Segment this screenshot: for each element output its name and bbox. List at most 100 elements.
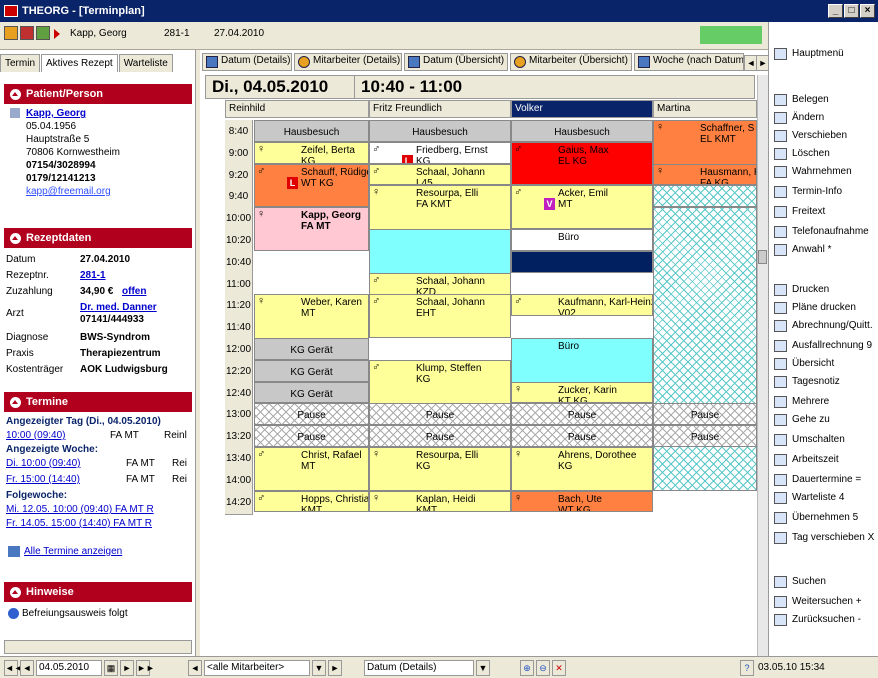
close-button[interactable]: × <box>860 4 875 18</box>
collapse-icon[interactable] <box>10 89 21 100</box>
tab-woche[interactable]: Woche (nach Datum) <box>634 53 744 71</box>
first-button[interactable]: ◄◄ <box>4 660 23 676</box>
employee-dropdown[interactable]: ▼ <box>312 660 326 676</box>
appointment-kg[interactable]: KG Gerät <box>254 381 369 404</box>
blocked-slot[interactable] <box>653 207 757 491</box>
appointment-e20[interactable]: ♂ Hopps, Christian KMT <box>254 490 369 513</box>
appointment-e5[interactable]: ♂ L Schauff, Rüdiger WT KG <box>254 163 369 208</box>
calendar-button[interactable]: ▦ <box>104 660 118 676</box>
termin-link[interactable]: Di. 10:00 (09:40) <box>6 458 81 469</box>
tab-datum-details[interactable]: Datum (Details) <box>202 53 292 71</box>
blocked-slot[interactable] <box>653 185 757 208</box>
appointment-e19[interactable]: ♀ Ahrens, Dorothee KG <box>511 447 653 491</box>
left-hscroll[interactable] <box>4 640 192 654</box>
zoom-in-icon[interactable]: ⊕ <box>520 660 534 676</box>
appointment-hb[interactable]: Hausbesuch <box>511 120 653 142</box>
record-icon[interactable] <box>20 26 34 40</box>
menu-belegen[interactable]: Belegen <box>774 92 829 108</box>
minimize-button[interactable]: _ <box>828 4 843 18</box>
zoom-out-icon[interactable]: ⊖ <box>536 660 550 676</box>
person-icon[interactable] <box>4 26 18 40</box>
menu-umschalten[interactable]: Umschalten <box>774 432 845 448</box>
menu-arbeitszeit[interactable]: Arbeitszeit <box>774 452 839 468</box>
termin-link[interactable]: Fr. 14.05. 15:00 (14:40) FA MT R <box>6 518 152 529</box>
rezept-arzt[interactable]: Dr. med. Danner <box>80 302 157 313</box>
view-select[interactable]: Datum (Details) <box>364 660 474 676</box>
appointment-e13[interactable]: ♂ Schaal, Johann EHT <box>369 294 511 338</box>
appointment-e16[interactable]: ♀ Zucker, Karin KT KG <box>511 381 653 404</box>
collapse-icon[interactable] <box>10 233 21 244</box>
patient-header[interactable]: Patient/Person <box>4 84 192 104</box>
termine-header[interactable]: Termine <box>4 392 192 412</box>
menu-tag-verschieben-x[interactable]: Tag verschieben X <box>774 530 874 546</box>
appointment-pause[interactable]: Pause <box>369 425 511 447</box>
help-icon[interactable]: ? <box>740 660 754 676</box>
appointment-pause[interactable]: Pause <box>254 425 369 447</box>
termin-link[interactable]: 10:00 (09:40) <box>6 430 66 441</box>
menu-ändern[interactable]: Ändern <box>774 110 824 126</box>
view-dropdown[interactable]: ▼ <box>476 660 490 676</box>
menu-telefonaufnahme[interactable]: Telefonaufnahme <box>774 224 869 240</box>
appointment-kg[interactable]: KG Gerät <box>254 359 369 382</box>
toolbar-right-icons[interactable] <box>700 26 762 44</box>
column-reinhild[interactable]: Reinhild <box>225 100 369 118</box>
patient-name[interactable]: Kapp, Georg <box>26 108 86 119</box>
employee-select[interactable]: <alle Mitarbeiter> <box>204 660 310 676</box>
menu-anwahl[interactable]: Anwahl * <box>774 242 831 258</box>
appointment-kg[interactable]: KG Gerät <box>254 338 369 360</box>
termin-link[interactable]: Mi. 12.05. 10:00 (09:40) FA MT R <box>6 504 154 515</box>
column-fritz[interactable]: Fritz Freundlich <box>369 100 511 118</box>
appointment-e22[interactable]: ♀ Bach, Ute WT KG <box>511 490 653 513</box>
emp-next-button[interactable]: ► <box>328 660 342 676</box>
appointment-e3[interactable]: ♂ Gaius, Max EL KG <box>511 141 653 186</box>
menu-hauptmenü[interactable]: Hauptmenü <box>774 46 844 62</box>
menu-gehe-zu[interactable]: Gehe zu <box>774 412 830 428</box>
menu-mehrere[interactable]: Mehrere <box>774 394 829 410</box>
rezept-header[interactable]: Rezeptdaten <box>4 228 192 248</box>
maximize-button[interactable]: □ <box>844 4 859 18</box>
appointment-hb[interactable]: Hausbesuch <box>369 120 511 142</box>
menu-termin-info[interactable]: Termin-Info <box>774 184 842 200</box>
menu-ausfallrechnung[interactable]: Ausfallrechnung 9 <box>774 338 872 354</box>
termin-link[interactable]: Fr. 15:00 (14:40) <box>6 474 80 485</box>
scroll-thumb[interactable] <box>758 250 767 264</box>
last-button[interactable]: ►► <box>136 660 155 676</box>
appointment-pause[interactable]: Pause <box>511 403 653 426</box>
appointment-pause[interactable]: Pause <box>653 403 757 426</box>
date-input[interactable]: 04.05.2010 <box>36 660 102 676</box>
collapse-icon[interactable] <box>10 397 21 408</box>
menu-abrechnung-quitt[interactable]: Abrechnung/Quitt. <box>774 318 873 334</box>
group-icon[interactable] <box>36 26 50 40</box>
menu-pläne-drucken[interactable]: Pläne drucken <box>774 300 856 316</box>
appointment-e10[interactable]: ♀ Kapp, Georg FA MT <box>254 207 369 251</box>
collapse-icon[interactable] <box>10 587 21 598</box>
cancel-icon[interactable]: ✕ <box>552 660 566 676</box>
appointment-e6[interactable]: ♂ Schaal, Johann L45 <box>369 163 511 186</box>
appointment-e7[interactable]: ♀ Hausmann, K FA KG <box>653 163 757 186</box>
tab-warteliste[interactable]: Warteliste <box>118 54 173 72</box>
menu-weitersuchen[interactable]: Weitersuchen + <box>774 594 862 610</box>
appointment-pause[interactable]: Pause <box>511 425 653 447</box>
appointment-e2[interactable]: ♂ L Friedberg, Ernst KG <box>369 141 511 164</box>
grid-vscroll[interactable] <box>757 75 768 656</box>
menu-suchen[interactable]: Suchen <box>774 574 826 590</box>
appointment-e18[interactable]: ♀ Resourpa, Elli KG <box>369 447 511 491</box>
tab-aktives-rezept[interactable]: Aktives Rezept <box>41 54 118 72</box>
column-martina[interactable]: Martina <box>653 100 757 118</box>
prev-button[interactable]: ◄ <box>20 660 34 676</box>
menu-wahrnehmen[interactable]: Wahrnehmen <box>774 164 852 180</box>
menu-warteliste[interactable]: Warteliste 4 <box>774 490 844 506</box>
appointment-buero[interactable]: Büro <box>511 229 653 251</box>
all-termine-link[interactable]: Alle Termine anzeigen <box>24 546 122 557</box>
appointment-e1[interactable]: ♀ Zeifel, Berta KG <box>254 141 369 164</box>
menu-dauertermine[interactable]: Dauertermine = <box>774 472 861 488</box>
appointment-pause[interactable]: Pause <box>254 403 369 426</box>
tab-termin[interactable]: Termin <box>0 54 41 72</box>
next-button[interactable]: ► <box>120 660 134 676</box>
tab-mitarbeiter-uebersicht[interactable]: Mitarbeiter (Übersicht) <box>510 53 632 71</box>
appointment-pause[interactable]: Pause <box>369 403 511 426</box>
menu-löschen[interactable]: Löschen <box>774 146 830 162</box>
appointment-e9[interactable]: ♂ V Acker, Emil MT <box>511 185 653 229</box>
appointment-e14[interactable]: ♂ Kaufmann, Karl-Heinz V02 <box>511 294 653 317</box>
menu-übersicht[interactable]: Übersicht <box>774 356 834 372</box>
